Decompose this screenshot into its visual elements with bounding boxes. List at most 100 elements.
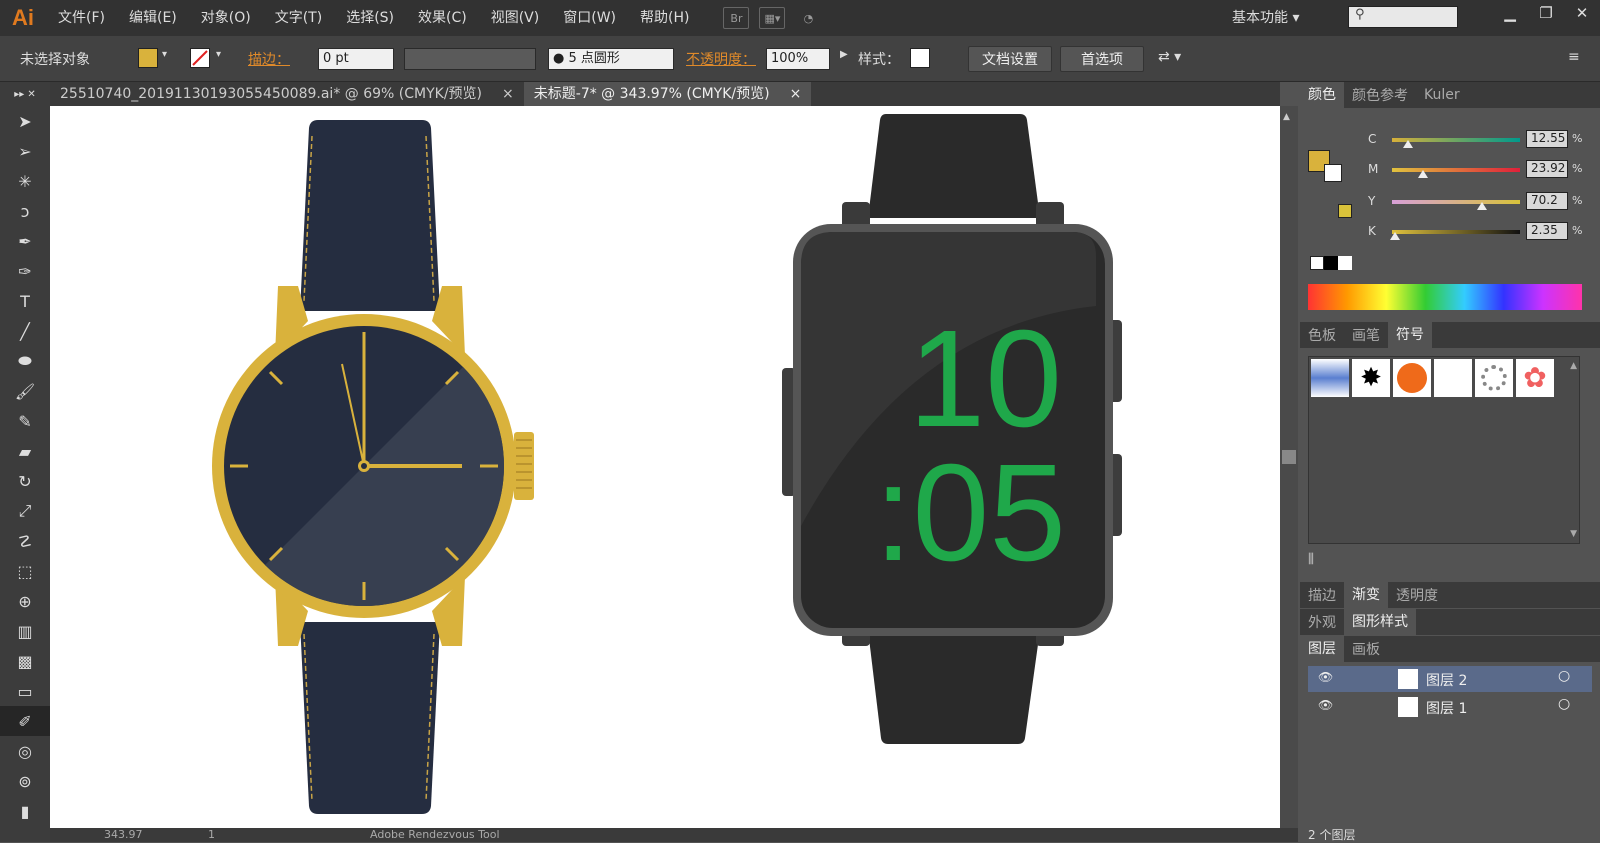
tab-document-1[interactable]: 25510740_20191130193055450089.ai* @ 69% … xyxy=(50,82,524,106)
menu-effect[interactable]: 效果(C) xyxy=(406,0,479,36)
symbol-library-icon[interactable]: ⫼ xyxy=(1308,552,1314,567)
gradient-tool-icon[interactable]: ▭ xyxy=(0,676,50,706)
stroke-dropdown-icon[interactable]: ▾ xyxy=(216,49,221,60)
mesh-tool-icon[interactable]: ▩ xyxy=(0,646,50,676)
tab-close-icon[interactable]: × xyxy=(502,82,514,106)
cyan-slider[interactable]: C 12.55% xyxy=(1300,128,1600,152)
opacity-input[interactable]: 100% xyxy=(766,48,830,70)
opacity-label[interactable]: 不透明度： xyxy=(686,49,756,69)
tab-kuler[interactable]: Kuler xyxy=(1416,87,1468,103)
slider-value-input[interactable]: 2.35 xyxy=(1526,222,1568,240)
control-menu-icon[interactable]: ≡ xyxy=(1568,49,1580,65)
none-swatch[interactable] xyxy=(1310,256,1324,270)
slider-thumb[interactable] xyxy=(1476,202,1487,210)
menu-window[interactable]: 窗口(W) xyxy=(551,0,628,36)
menu-edit[interactable]: 编辑(E) xyxy=(117,0,189,36)
tab-transparency[interactable]: 透明度 xyxy=(1388,585,1446,605)
black-swatch[interactable] xyxy=(1324,256,1338,270)
layer-row[interactable]: 👁 图层 2 ○ xyxy=(1308,666,1592,692)
opacity-arrow-icon[interactable]: ▶ xyxy=(840,49,848,60)
symbol-sprayer-tool-icon[interactable]: ⊚ xyxy=(0,766,50,796)
eraser-tool-icon[interactable]: ▰ xyxy=(0,436,50,466)
tab-symbols[interactable]: 符号 xyxy=(1388,322,1432,348)
rotate-tool-icon[interactable]: ↻ xyxy=(0,466,50,496)
vertical-scrollbar[interactable]: ▲ xyxy=(1280,106,1298,828)
brush-dropdown[interactable]: ● 5 点圆形 xyxy=(548,48,674,70)
restore-icon[interactable]: ❐ xyxy=(1528,0,1564,26)
scroll-up-icon[interactable]: ▲ xyxy=(1570,361,1577,371)
magic-wand-tool-icon[interactable]: ✳ xyxy=(0,166,50,196)
symbol-blue-banner[interactable] xyxy=(1311,359,1349,397)
search-input[interactable]: ⚲ xyxy=(1348,6,1458,28)
menu-type[interactable]: 文字(T) xyxy=(263,0,334,36)
stroke-weight-input[interactable]: 0 pt xyxy=(318,48,394,70)
slider-thumb[interactable] xyxy=(1390,232,1400,240)
tab-color-guide[interactable]: 颜色参考 xyxy=(1344,85,1416,105)
menu-file[interactable]: 文件(F) xyxy=(46,0,117,36)
tab-brushes[interactable]: 画笔 xyxy=(1344,325,1388,345)
layer-name[interactable]: 图层 1 xyxy=(1426,698,1467,718)
slider-track[interactable] xyxy=(1392,200,1520,204)
shape-builder-tool-icon[interactable]: ⊕ xyxy=(0,586,50,616)
preferences-button[interactable]: 首选项 xyxy=(1060,46,1144,72)
document-setup-button[interactable]: 文档设置 xyxy=(968,46,1052,72)
type-tool-icon[interactable]: T xyxy=(0,286,50,316)
menu-help[interactable]: 帮助(H) xyxy=(628,0,701,36)
tab-close-icon[interactable]: × xyxy=(790,82,802,106)
slider-value-input[interactable]: 70.2 xyxy=(1526,192,1568,210)
visibility-icon[interactable]: 👁 xyxy=(1318,698,1333,712)
status-tool[interactable]: Adobe Rendezvous Tool xyxy=(370,828,500,841)
layer-name[interactable]: 图层 2 xyxy=(1426,670,1467,690)
style-swatch[interactable] xyxy=(910,48,930,68)
slider-thumb[interactable] xyxy=(1417,170,1428,178)
yellow-slider[interactable]: Y 70.2% xyxy=(1300,190,1600,214)
visibility-icon[interactable]: 👁 xyxy=(1318,670,1333,684)
symbol-ring[interactable] xyxy=(1475,359,1513,397)
curvature-pen-icon[interactable]: ✑ xyxy=(0,256,50,286)
tab-swatches[interactable]: 色板 xyxy=(1300,325,1344,345)
tab-stroke[interactable]: 描边 xyxy=(1300,585,1344,605)
line-tool-icon[interactable]: ╱ xyxy=(0,316,50,346)
stroke-label[interactable]: 描边： xyxy=(248,49,290,69)
variable-width-dropdown[interactable] xyxy=(404,48,536,70)
digital-watch[interactable]: 10 :05 xyxy=(782,114,1122,744)
bridge-button[interactable]: Br xyxy=(723,7,750,29)
scale-tool-icon[interactable]: ⤢ xyxy=(0,496,50,526)
eyedropper-tool-icon[interactable]: ✐ xyxy=(0,706,50,736)
workspace-switcher[interactable]: 基本功能 ▾ xyxy=(1232,7,1299,27)
tab-document-2[interactable]: 未标题-7* @ 343.97% (CMYK/预览) × xyxy=(523,82,812,106)
close-icon[interactable]: ✕ xyxy=(1564,0,1600,26)
analog-watch[interactable] xyxy=(212,120,534,814)
target-icon[interactable]: ○ xyxy=(1558,696,1570,712)
pen-tool-icon[interactable]: ✒ xyxy=(0,226,50,256)
sync-settings-icon[interactable]: ◔ xyxy=(795,7,821,29)
tab-appearance[interactable]: 外观 xyxy=(1300,612,1344,632)
symbol-flower[interactable]: ✿ xyxy=(1516,359,1554,397)
scroll-up-icon[interactable]: ▲ xyxy=(1283,112,1290,122)
slider-thumb[interactable] xyxy=(1403,140,1414,148)
menu-object[interactable]: 对象(O) xyxy=(189,0,263,36)
white-swatch[interactable] xyxy=(1338,256,1352,270)
black-slider[interactable]: K 2.35% xyxy=(1300,220,1600,244)
toolbox-header[interactable]: ▸▸ ✕ xyxy=(0,82,50,106)
tab-artboards[interactable]: 画板 xyxy=(1344,639,1388,659)
direct-selection-tool-icon[interactable]: ➢ xyxy=(0,136,50,166)
slider-track[interactable] xyxy=(1392,230,1520,234)
warp-tool-icon[interactable]: ☡ xyxy=(0,526,50,556)
slider-value-input[interactable]: 12.55 xyxy=(1526,130,1568,148)
zoom-field[interactable]: 343.97 xyxy=(104,828,143,841)
menu-view[interactable]: 视图(V) xyxy=(479,0,552,36)
minimize-icon[interactable]: ▁ xyxy=(1492,0,1528,26)
symbol-dotted-frame[interactable] xyxy=(1434,359,1472,397)
symbol-orange-circle[interactable] xyxy=(1393,359,1431,397)
target-icon[interactable]: ○ xyxy=(1558,668,1570,684)
lasso-tool-icon[interactable]: ↄ xyxy=(0,196,50,226)
fill-dropdown-icon[interactable]: ▾ xyxy=(162,49,167,60)
free-transform-tool-icon[interactable]: ⬚ xyxy=(0,556,50,586)
symbol-splatter[interactable]: ✸ xyxy=(1352,359,1390,397)
fill-swatch[interactable] xyxy=(138,48,158,68)
scroll-down-icon[interactable]: ▼ xyxy=(1570,529,1577,539)
tab-color[interactable]: 颜色 xyxy=(1300,82,1344,108)
magenta-slider[interactable]: M 23.92% xyxy=(1300,158,1600,182)
paintbrush-tool-icon[interactable]: 🖌 xyxy=(0,376,50,406)
